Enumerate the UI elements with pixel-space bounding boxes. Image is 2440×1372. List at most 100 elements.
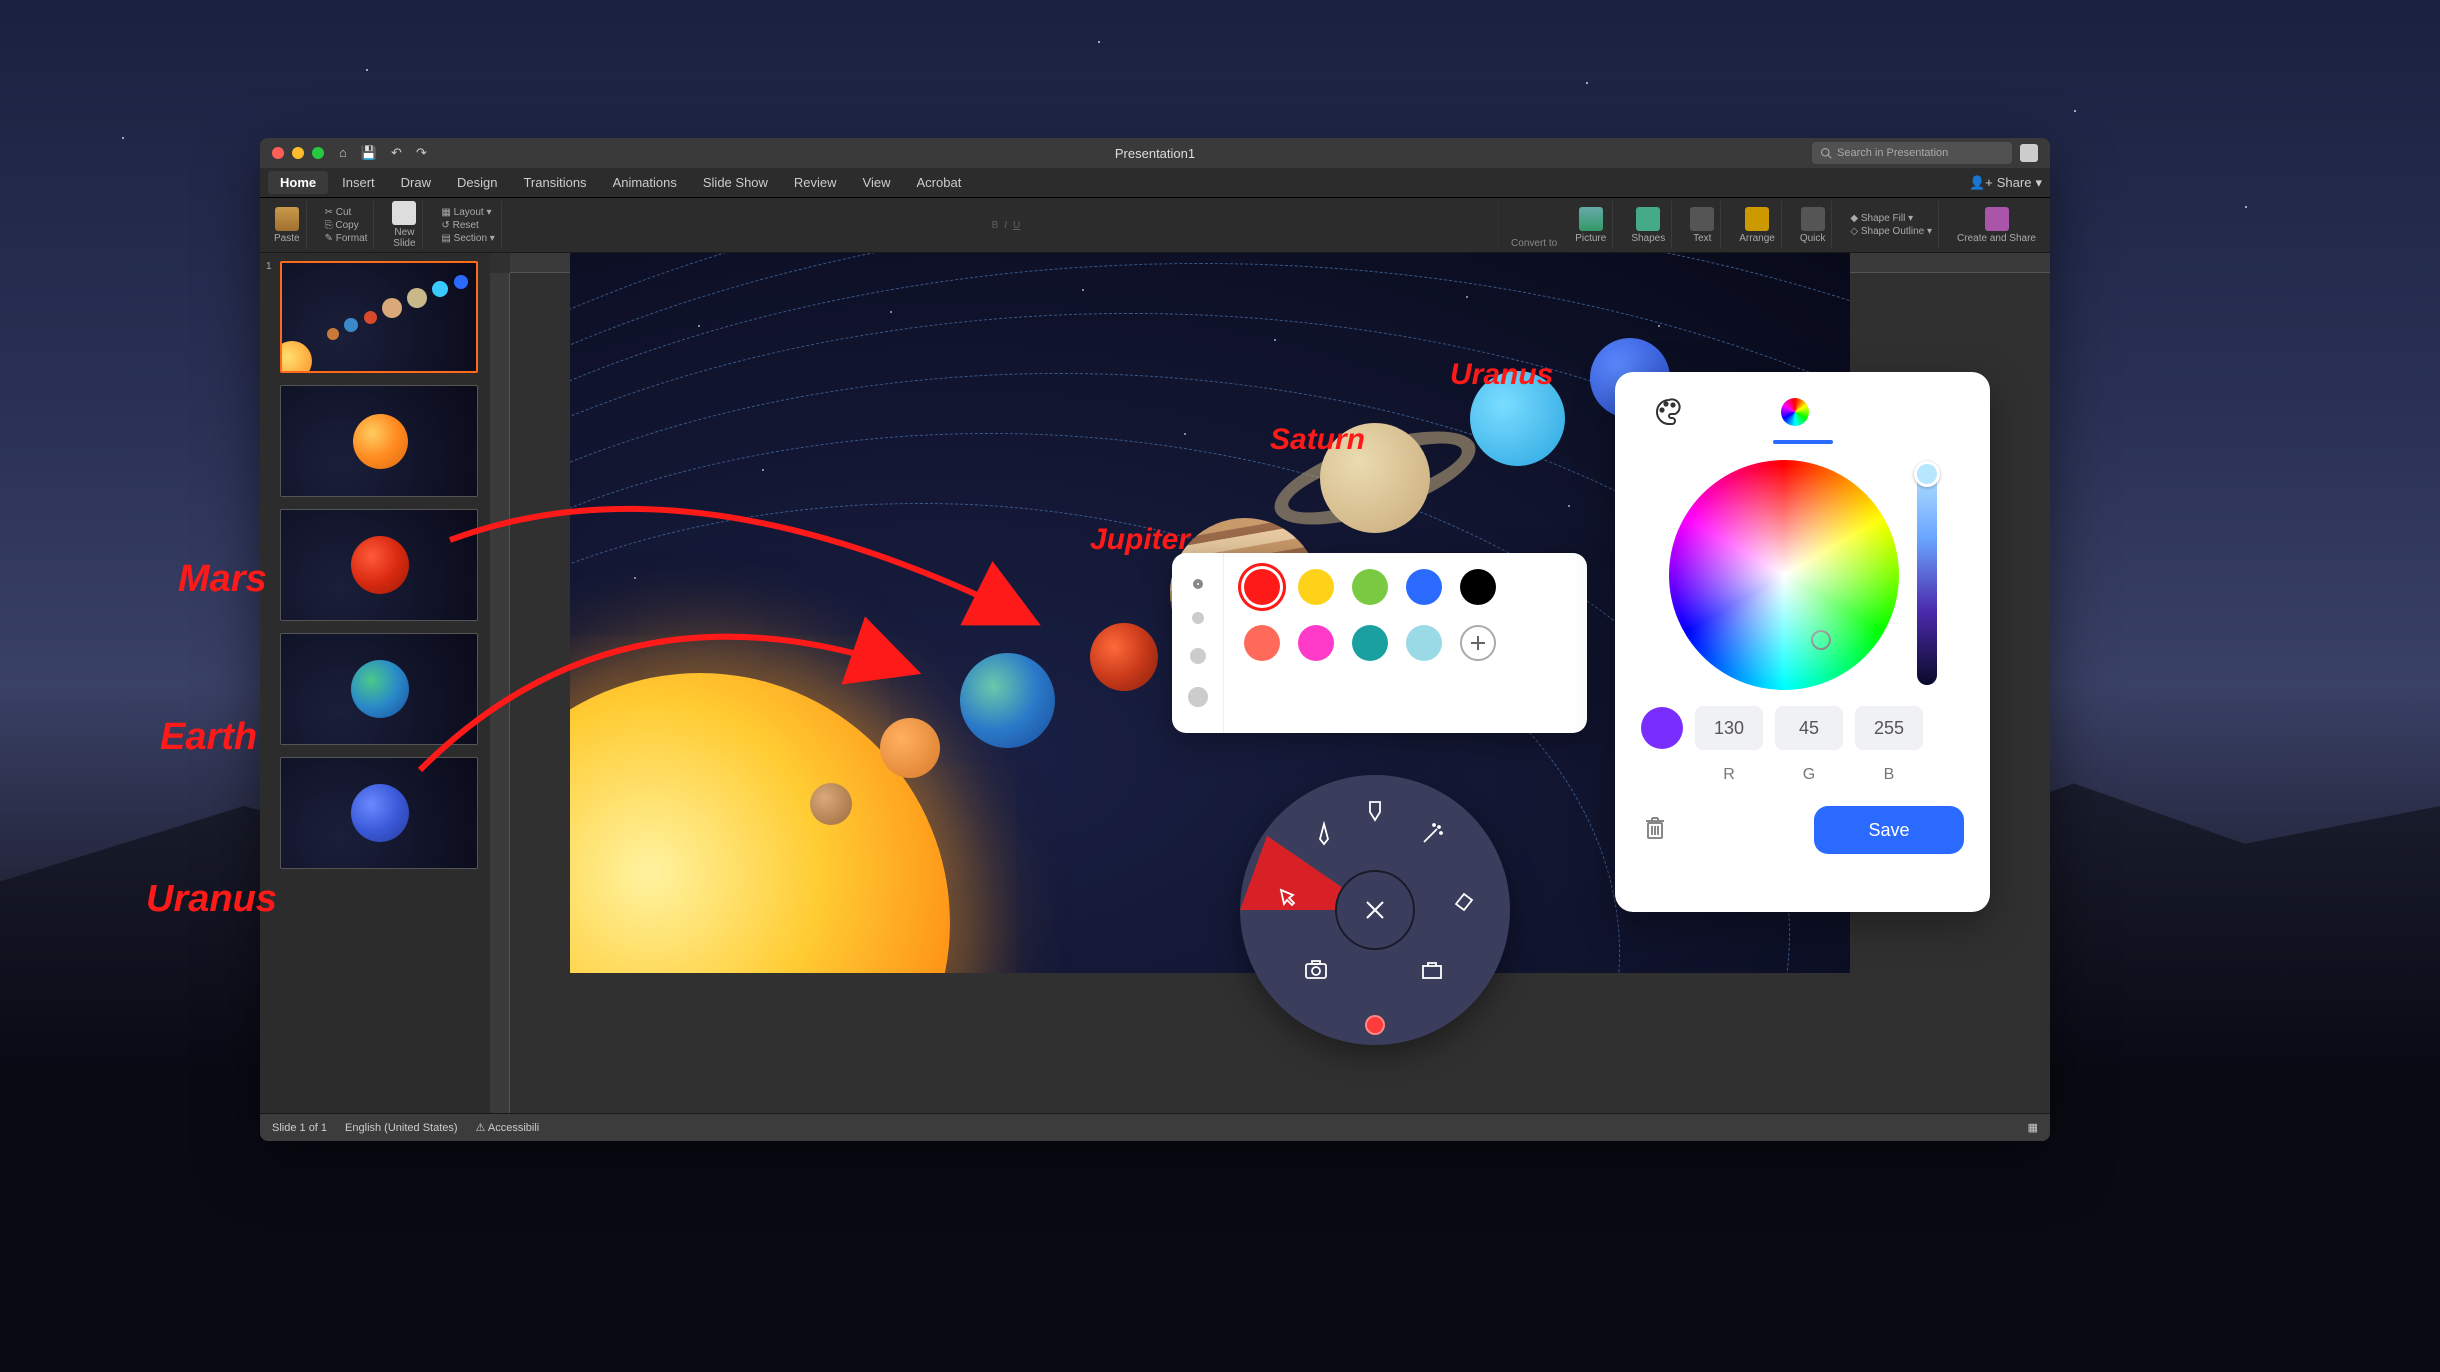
- camera-icon[interactable]: [1302, 955, 1330, 983]
- eraser-icon[interactable]: [1450, 885, 1478, 913]
- status-slide-count: Slide 1 of 1: [272, 1122, 327, 1134]
- menu-animations[interactable]: Animations: [601, 171, 689, 194]
- new-slide-icon[interactable]: [392, 201, 416, 225]
- g-field[interactable]: 45: [1775, 706, 1843, 750]
- slide-thumbnails-panel: 1: [260, 253, 490, 1113]
- close-icon: [1362, 897, 1388, 923]
- add-swatch-button[interactable]: [1460, 625, 1496, 661]
- search-input[interactable]: Search in Presentation: [1812, 142, 2012, 164]
- annotation-uranus-slide: Uranus: [1450, 358, 1553, 392]
- brightness-slider-thumb[interactable]: [1914, 461, 1940, 487]
- b-label: B: [1855, 766, 1923, 784]
- paste-icon[interactable]: [275, 207, 299, 231]
- planet-venus: [880, 718, 940, 778]
- swatch-teal[interactable]: [1352, 625, 1388, 661]
- home-icon[interactable]: ⌂: [339, 145, 347, 161]
- stroke-size-1[interactable]: [1193, 579, 1203, 589]
- swatch-coral[interactable]: [1244, 625, 1280, 661]
- new-slide-label: New Slide: [393, 227, 415, 249]
- thumbnail-4[interactable]: [268, 633, 482, 745]
- palette-tab[interactable]: [1651, 394, 1687, 430]
- menu-view[interactable]: View: [851, 171, 903, 194]
- swatch-green[interactable]: [1352, 569, 1388, 605]
- paste-label: Paste: [274, 233, 300, 244]
- stroke-size-4[interactable]: [1188, 687, 1208, 707]
- thumbnail-1[interactable]: 1: [268, 261, 482, 373]
- shape-fill-button[interactable]: ◆ Shape Fill ▾: [1850, 213, 1932, 224]
- stroke-size-2[interactable]: [1192, 612, 1204, 624]
- pointer-icon[interactable]: [1272, 885, 1300, 913]
- save-button[interactable]: Save: [1814, 806, 1964, 854]
- planet-mercury: [810, 783, 852, 825]
- swatch-lightblue[interactable]: [1406, 625, 1442, 661]
- thumbnail-3[interactable]: [268, 509, 482, 621]
- g-label: G: [1775, 766, 1843, 784]
- planet-mars: [1090, 623, 1158, 691]
- menu-acrobat[interactable]: Acrobat: [905, 171, 974, 194]
- quick-icon[interactable]: [1801, 207, 1825, 231]
- statusbar: Slide 1 of 1 English (United States) ⚠ A…: [260, 1113, 2050, 1141]
- picture-icon[interactable]: [1579, 207, 1603, 231]
- b-field[interactable]: 255: [1855, 706, 1923, 750]
- r-field[interactable]: 130: [1695, 706, 1763, 750]
- menu-slideshow[interactable]: Slide Show: [691, 171, 780, 194]
- share-button[interactable]: 👤+ Share ▾: [1969, 175, 2042, 191]
- swatch-red[interactable]: [1244, 569, 1280, 605]
- wheel-tab[interactable]: [1777, 394, 1813, 430]
- radial-close-button[interactable]: [1335, 870, 1415, 950]
- copy-button[interactable]: ⎘ Copy: [325, 220, 368, 231]
- delete-color-button[interactable]: [1641, 814, 1669, 847]
- create-share-icon[interactable]: [1985, 207, 2009, 231]
- color-wheel[interactable]: [1669, 460, 1899, 690]
- status-view-icons[interactable]: ▦: [2028, 1121, 2038, 1134]
- user-avatar[interactable]: [2020, 144, 2038, 162]
- ruler-vertical: [490, 273, 510, 1113]
- thumbnail-2[interactable]: [268, 385, 482, 497]
- highlighter-icon[interactable]: [1361, 797, 1389, 825]
- active-tab-underline: [1773, 440, 1833, 444]
- magic-icon[interactable]: [1418, 820, 1446, 848]
- cut-button[interactable]: ✂ Cut: [325, 207, 368, 218]
- annotation-jupiter: Jupiter: [1090, 523, 1190, 557]
- menu-home[interactable]: Home: [268, 171, 328, 194]
- color-picker-panel: 130 45 255 R G B Save: [1615, 372, 1990, 912]
- section-button[interactable]: ▤ Section ▾: [441, 233, 494, 244]
- layout-button[interactable]: ▦ Layout ▾: [441, 207, 494, 218]
- toolbox-icon[interactable]: [1418, 955, 1446, 983]
- reset-button[interactable]: ↺ Reset: [441, 220, 494, 231]
- radial-tool-menu: [1240, 775, 1510, 1045]
- thumbnail-5[interactable]: [268, 757, 482, 869]
- annotation-earth: Earth: [160, 716, 257, 759]
- menubar: Home Insert Draw Design Transitions Anim…: [260, 168, 2050, 198]
- save-icon[interactable]: 💾: [361, 145, 377, 161]
- shape-outline-button[interactable]: ◇ Shape Outline ▾: [1850, 226, 1932, 237]
- record-button[interactable]: [1365, 1015, 1385, 1035]
- swatch-yellow[interactable]: [1298, 569, 1334, 605]
- pen-icon[interactable]: [1310, 820, 1338, 848]
- swatch-black[interactable]: [1460, 569, 1496, 605]
- format-button[interactable]: ✎ Format: [325, 233, 368, 244]
- brightness-slider[interactable]: [1917, 465, 1937, 685]
- menu-design[interactable]: Design: [445, 171, 509, 194]
- text-icon[interactable]: [1690, 207, 1714, 231]
- trash-icon: [1641, 814, 1669, 842]
- status-accessibility[interactable]: ⚠ Accessibili: [476, 1121, 540, 1134]
- window-close-button[interactable]: [272, 147, 284, 159]
- swatch-magenta[interactable]: [1298, 625, 1334, 661]
- window-maximize-button[interactable]: [312, 147, 324, 159]
- swatch-blue[interactable]: [1406, 569, 1442, 605]
- stroke-size-3[interactable]: [1190, 648, 1206, 664]
- window-minimize-button[interactable]: [292, 147, 304, 159]
- menu-insert[interactable]: Insert: [330, 171, 387, 194]
- color-wheel-icon: [1781, 398, 1809, 426]
- redo-icon[interactable]: ↷: [416, 145, 427, 161]
- status-language[interactable]: English (United States): [345, 1122, 458, 1134]
- menu-review[interactable]: Review: [782, 171, 849, 194]
- color-palette-popup: [1172, 553, 1587, 733]
- menu-draw[interactable]: Draw: [389, 171, 443, 194]
- shapes-icon[interactable]: [1636, 207, 1660, 231]
- arrange-icon[interactable]: [1745, 207, 1769, 231]
- undo-icon[interactable]: ↶: [391, 145, 402, 161]
- color-wheel-cursor[interactable]: [1811, 630, 1831, 650]
- menu-transitions[interactable]: Transitions: [511, 171, 598, 194]
